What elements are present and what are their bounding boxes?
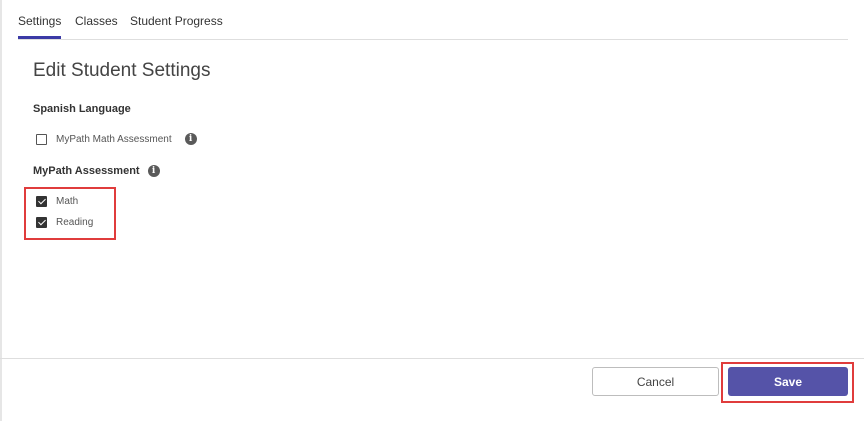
checkbox-math[interactable] xyxy=(36,195,47,207)
tab-student-progress[interactable]: Student Progress xyxy=(130,14,223,38)
mypath-assessment-heading: MyPath Assessment i xyxy=(33,165,160,177)
checkbox-reading[interactable] xyxy=(36,216,47,228)
checkbox-row-reading: Reading xyxy=(36,215,93,229)
checkbox-label-math: Math xyxy=(56,195,79,207)
tab-bar: Settings Classes Student Progress xyxy=(18,0,848,40)
page: Settings Classes Student Progress Edit S… xyxy=(0,0,864,421)
spanish-language-heading: Spanish Language xyxy=(33,103,131,115)
info-icon[interactable]: i xyxy=(147,165,160,177)
info-icon[interactable]: i xyxy=(184,133,197,145)
page-title: Edit Student Settings xyxy=(33,60,211,81)
checkbox-mypath-math-assessment[interactable] xyxy=(36,133,47,145)
checkbox-label-mypath-math-assessment: MyPath Math Assessment xyxy=(56,133,172,145)
footer-divider xyxy=(0,358,864,359)
checkbox-row-mypath-math-assessment: MyPath Math Assessment i xyxy=(36,132,197,146)
tab-settings[interactable]: Settings xyxy=(18,14,62,39)
cancel-button[interactable]: Cancel xyxy=(592,367,719,396)
checkbox-row-math: Math xyxy=(36,194,78,208)
mypath-assessment-label: MyPath Assessment xyxy=(33,165,140,177)
tab-classes[interactable]: Classes xyxy=(75,14,118,38)
checkbox-label-reading: Reading xyxy=(56,216,94,228)
save-button[interactable]: Save xyxy=(728,367,848,396)
